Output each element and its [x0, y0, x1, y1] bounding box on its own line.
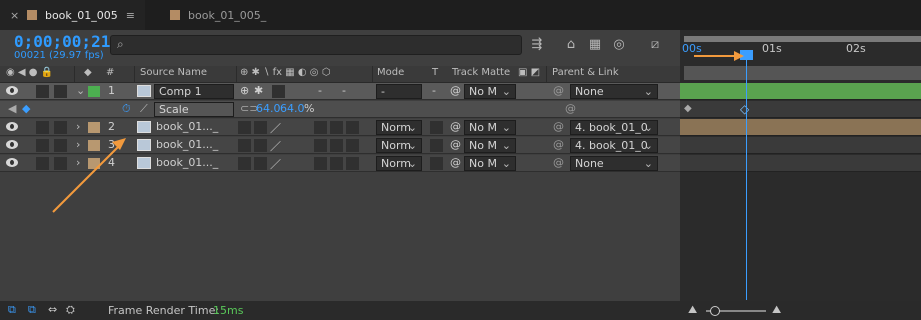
toggle-in-out-icon[interactable]: ⇔ — [48, 303, 57, 316]
status-bar: ⧉ ⧉ ⇔ ⛭ Frame Render Time: 15ms ⛰ ⛰ — [0, 301, 921, 320]
zoom-in-icon[interactable]: ⛰ — [772, 303, 781, 317]
frame-render-time-value: 15ms — [213, 304, 244, 317]
annotation-arrowhead-playhead — [734, 51, 744, 61]
zoom-slider-knob[interactable] — [710, 306, 720, 316]
frame-render-time-label: Frame Render Time: — [108, 304, 220, 317]
toggle-transfer-controls-icon[interactable]: ⧉ — [28, 303, 36, 317]
annotation-arrowhead-stopwatch — [112, 138, 126, 150]
annotation-arrow-stopwatch — [52, 142, 123, 213]
toggle-switches-icon[interactable]: ⧉ — [8, 303, 16, 317]
annotation-arrows — [52, 51, 744, 213]
toggle-render-time-icon[interactable]: ⛭ — [66, 303, 75, 317]
zoom-out-icon[interactable]: ⛰ — [688, 303, 697, 317]
